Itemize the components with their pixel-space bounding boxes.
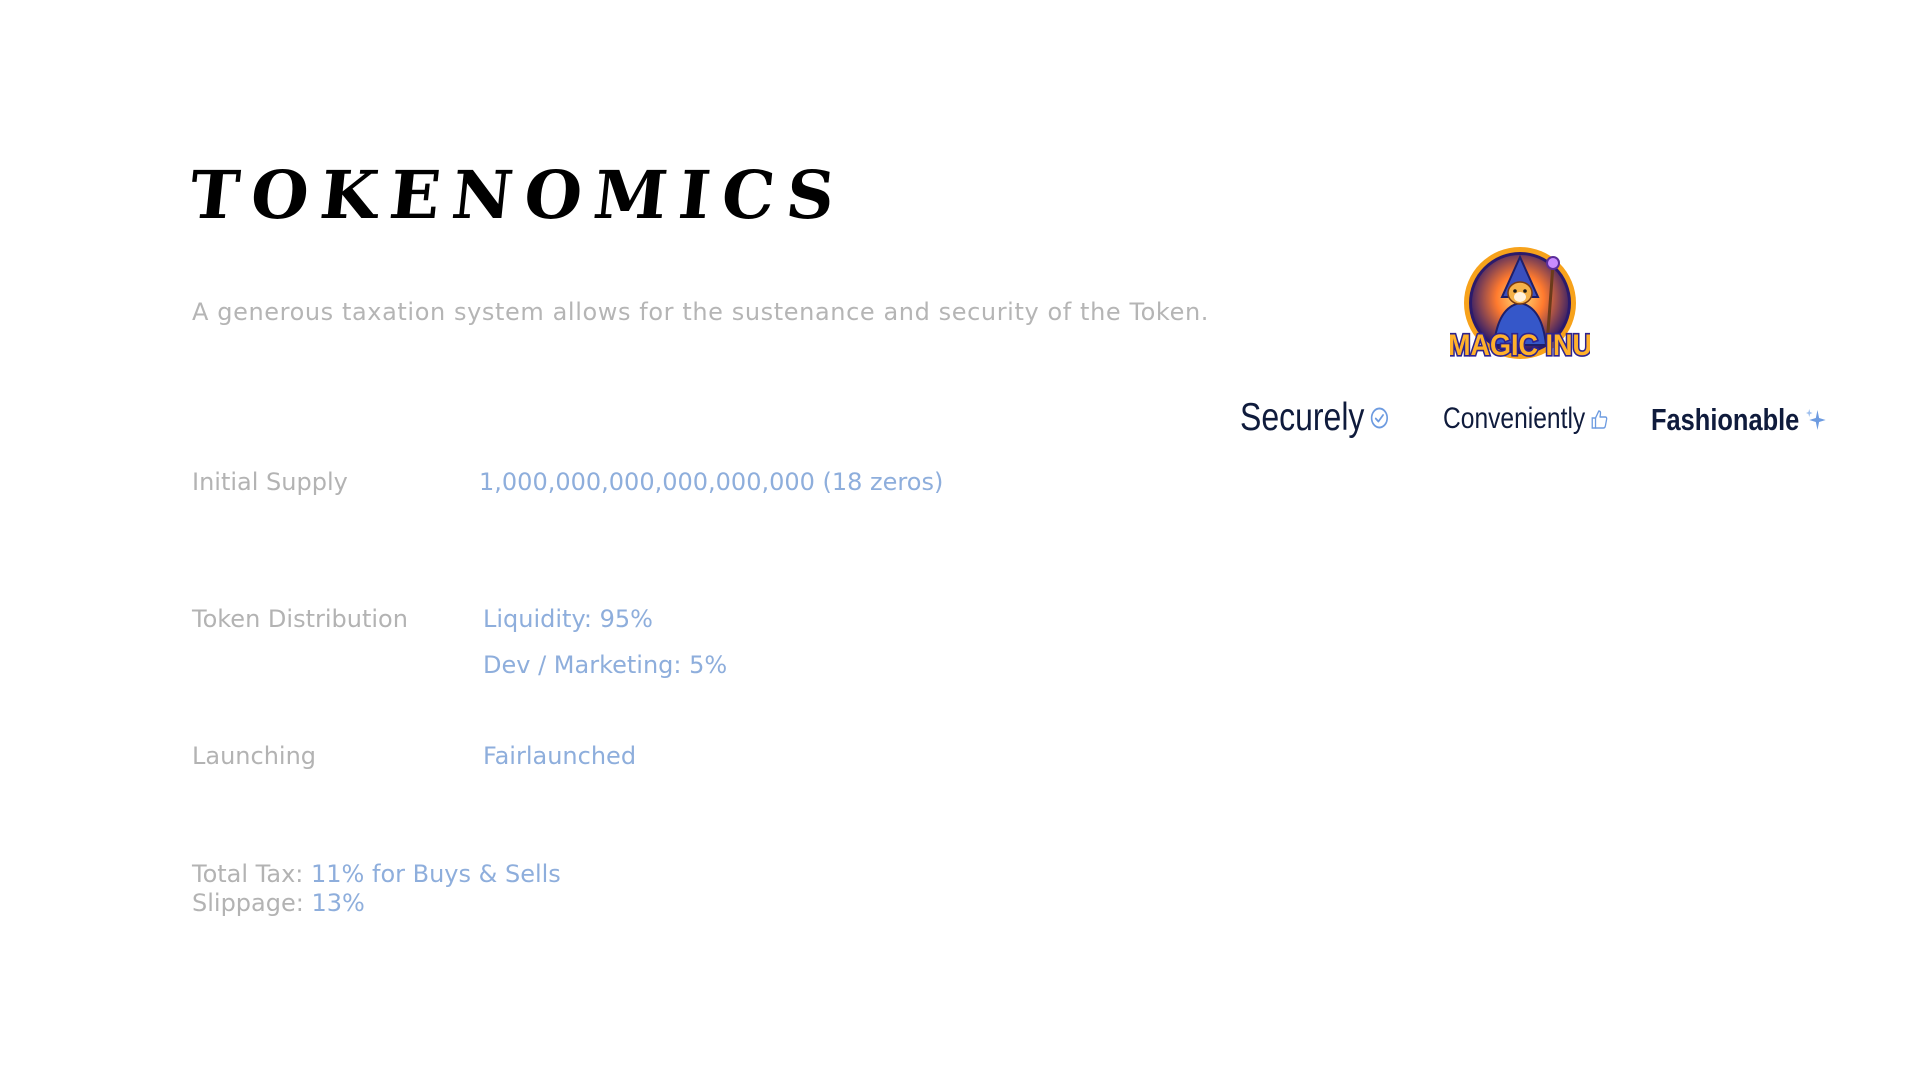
logo-wordmark: MAGIC INU: [1450, 329, 1590, 362]
feature-list: Securely Conveniently Fashionable: [1240, 398, 1826, 448]
launching-value: Fairlaunched: [483, 742, 637, 770]
feature-label: Fashionable: [1651, 402, 1800, 437]
thumbs-up-icon: [1590, 407, 1610, 431]
check-circle-icon: [1369, 406, 1389, 430]
total-tax-label: Total Tax:: [192, 860, 304, 888]
initial-supply-label: Initial Supply: [192, 468, 348, 496]
page-title: TOKENOMICS: [185, 156, 851, 234]
feature-securely: Securely: [1240, 398, 1389, 437]
distribution-item-liquidity: Liquidity: 95%: [483, 605, 653, 633]
magic-inu-logo: MAGIC INU: [1446, 245, 1594, 370]
slippage-line: Slippage: 13%: [192, 889, 561, 918]
feature-label: Securely: [1240, 396, 1365, 439]
token-distribution-label: Token Distribution: [192, 605, 408, 633]
feature-label: Conveniently: [1443, 402, 1586, 435]
total-tax-value: 11% for Buys & Sells: [311, 860, 561, 888]
feature-fashionable: Fashionable: [1651, 404, 1827, 435]
page-subtitle: A generous taxation system allows for th…: [192, 298, 1209, 326]
sparkles-icon: [1804, 406, 1827, 434]
slippage-value: 13%: [311, 889, 365, 917]
initial-supply-value: 1,000,000,000,000,000,000 (18 zeros): [479, 468, 944, 496]
slippage-label: Slippage:: [192, 889, 304, 917]
total-tax-line: Total Tax: 11% for Buys & Sells: [192, 860, 561, 889]
tax-block: Total Tax: 11% for Buys & Sells Slippage…: [192, 860, 561, 918]
launching-label: Launching: [192, 742, 317, 770]
feature-conveniently: Conveniently: [1443, 404, 1610, 434]
distribution-item-dev-marketing: Dev / Marketing: 5%: [483, 651, 728, 679]
